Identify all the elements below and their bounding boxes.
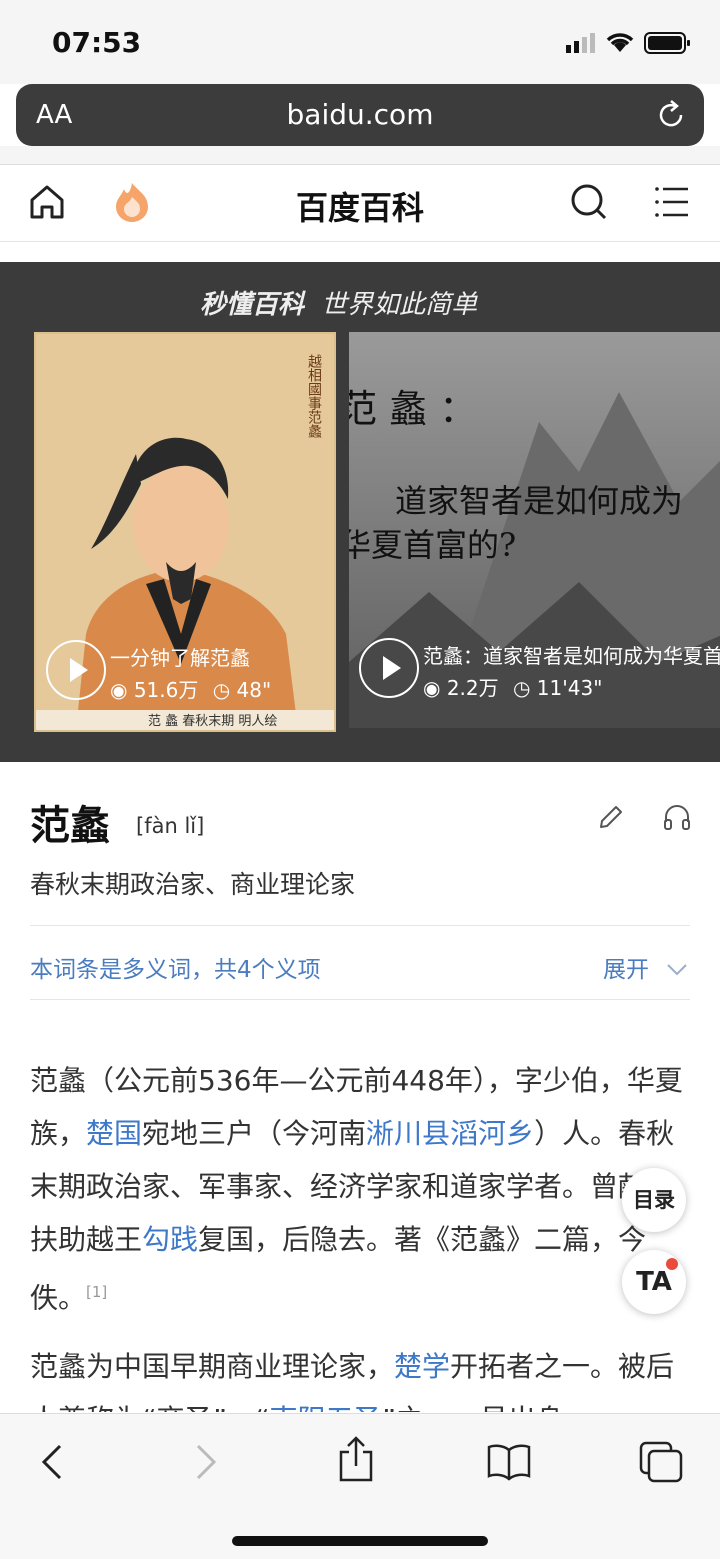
- headphones-icon[interactable]: [662, 802, 692, 832]
- entry-title: 范蠡: [30, 803, 110, 849]
- video-meta: ◉ 2.2万 ◷ 11'43": [423, 672, 602, 701]
- video-title: 范蠡：道家智者是如何成为华夏首富的?: [423, 644, 720, 668]
- search-icon[interactable]: [570, 183, 608, 221]
- clock-icon: ◷: [212, 678, 231, 702]
- views-icon: ◉: [110, 678, 128, 702]
- polysemy-link[interactable]: 本词条是多义词，共4个义项: [30, 950, 321, 984]
- browser-chrome-edge: [0, 146, 720, 165]
- clock-icon: ◷: [512, 676, 531, 700]
- banner-brand-name: 秒懂百科: [200, 290, 305, 320]
- portrait-vertical-text: 越相國事范蠡: [306, 354, 322, 439]
- forward-icon[interactable]: [190, 1442, 220, 1482]
- video-meta: ◉ 51.6万 ◷ 48": [110, 674, 271, 703]
- paragraph-text: ”之一。虽出身: [382, 1403, 565, 1412]
- video-card[interactable]: 范 蠡 ： 道家智者是如何成为 华夏首富的? 范蠡：道家智者是如何成为华夏首富的…: [349, 332, 720, 728]
- chevron-down-icon: [667, 964, 688, 976]
- tabs-icon[interactable]: [638, 1440, 684, 1484]
- play-button[interactable]: [359, 638, 419, 698]
- thumb-heading: 范 蠡 ：: [349, 387, 477, 431]
- play-button[interactable]: [46, 640, 106, 700]
- entry-pinyin: [fàn lǐ]: [136, 814, 205, 838]
- paragraph-text: 宛地三户（今河南: [142, 1117, 367, 1150]
- divider: [30, 925, 690, 926]
- paragraph-text: 范蠡为中国早期商业理论家，: [30, 1350, 395, 1383]
- link-goujian[interactable]: 勾践: [142, 1223, 198, 1256]
- expand-button[interactable]: 展开: [603, 950, 688, 984]
- signal-icon: [566, 33, 595, 53]
- back-icon[interactable]: [38, 1442, 68, 1482]
- body-paragraph: 范蠡为中国早期商业理论家，楚学开拓者之一。被后人尊称为“商圣”，“南阳五圣”之一…: [30, 1340, 692, 1412]
- link-nanyang[interactable]: 南阳五圣: [270, 1403, 382, 1412]
- reload-icon[interactable]: [654, 98, 688, 132]
- video-title: 一分钟了解范蠡: [110, 646, 250, 670]
- site-title: 百度百科: [295, 189, 424, 227]
- status-bar: 07:53: [0, 0, 720, 84]
- menu-icon[interactable]: [654, 185, 690, 219]
- reference-mark[interactable]: [1]: [86, 1283, 107, 1301]
- video-card[interactable]: 越相國事范蠡 范 蠡 春秋末期 明人绘 一分钟了解范蠡 ◉ 51.6万 ◷ 48…: [34, 332, 336, 732]
- link-xichuan[interactable]: 淅川县滔河乡: [366, 1117, 534, 1150]
- toc-button[interactable]: 目录: [622, 1168, 686, 1232]
- wifi-icon: [606, 33, 634, 52]
- notification-dot: [666, 1258, 678, 1270]
- entry-subtitle: 春秋末期政治家、商业理论家: [30, 870, 356, 899]
- duration: 11'43": [536, 676, 603, 700]
- site-header: 百度百科: [0, 165, 720, 242]
- thumb-line: 道家智者是如何成为: [395, 482, 683, 520]
- views-icon: ◉: [423, 676, 441, 700]
- views-count: 51.6万: [133, 678, 199, 702]
- banner-brand: 秒懂百科 世界如此简单: [200, 284, 477, 321]
- status-time: 07:53: [52, 26, 142, 59]
- edit-pencil-icon[interactable]: [596, 802, 626, 832]
- bookmarks-icon[interactable]: [486, 1442, 532, 1482]
- battery-icon: [644, 32, 690, 54]
- thumb-line: 华夏首富的?: [349, 526, 516, 564]
- duration: 48": [236, 678, 272, 702]
- link-chuguo[interactable]: 楚国: [86, 1117, 142, 1150]
- browser-toolbar: [0, 1413, 720, 1559]
- video-banner: 秒懂百科 世界如此简单 越相國事范蠡 范 蠡 春秋末期 明人绘 一分钟了解范蠡 …: [0, 262, 720, 762]
- ta-label: TA: [636, 1267, 672, 1297]
- home-indicator: [232, 1536, 488, 1546]
- banner-slogan: 世界如此简单: [321, 290, 478, 320]
- divider: [30, 999, 690, 1000]
- address-bar[interactable]: AA baidu.com: [16, 84, 704, 146]
- portrait-caption: 范 蠡 春秋末期 明人绘: [148, 713, 277, 729]
- share-icon[interactable]: [336, 1436, 376, 1484]
- url-text[interactable]: baidu.com: [16, 98, 704, 131]
- link-chuxue[interactable]: 楚学: [394, 1350, 450, 1383]
- body-paragraph: 范蠡（公元前536年—公元前448年），字少伯，华夏族，楚国宛地三户（今河南淅川…: [30, 1054, 692, 1324]
- expand-label: 展开: [603, 957, 649, 983]
- views-count: 2.2万: [446, 676, 499, 700]
- ta-button[interactable]: TA: [622, 1250, 686, 1314]
